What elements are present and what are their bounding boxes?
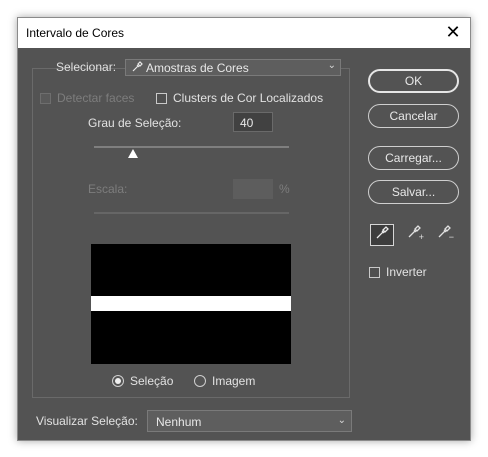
preview-selection-dropdown[interactable]: Nenhum ⌄ — [147, 410, 352, 432]
range-slider-track[interactable] — [94, 212, 289, 214]
save-button[interactable]: Salvar... — [368, 180, 459, 204]
selection-preview — [91, 244, 291, 364]
localized-clusters-label: Clusters de Cor Localizados — [173, 91, 324, 105]
preview-selection-value: Nenhum — [156, 415, 202, 429]
eyedropper-button[interactable] — [370, 224, 394, 246]
ok-button[interactable]: OK — [368, 69, 459, 93]
select-dropdown[interactable]: Amostras de Cores ⌄ — [125, 59, 341, 76]
minus-sign: − — [448, 232, 454, 242]
chevron-down-icon: ⌄ — [327, 60, 336, 71]
localized-clusters-checkbox[interactable] — [156, 93, 167, 104]
invert-label: Inverter — [386, 265, 427, 279]
selection-radio[interactable] — [112, 375, 124, 387]
preview-selection-band — [91, 296, 291, 311]
detect-faces-checkbox[interactable] — [40, 93, 51, 104]
plus-sign: + — [418, 232, 424, 242]
preview-selection-label: Visualizar Seleção: — [36, 414, 138, 428]
image-radio[interactable] — [194, 375, 206, 387]
title-bar: Intervalo de Cores ✕ — [18, 18, 470, 48]
cancel-button[interactable]: Cancelar — [368, 104, 459, 128]
range-unit: % — [279, 182, 290, 196]
subtract-from-sample-button[interactable]: − — [432, 224, 456, 246]
add-to-sample-button[interactable]: + — [402, 224, 426, 246]
close-icon[interactable]: ✕ — [436, 18, 470, 48]
select-value: Amostras de Cores — [146, 61, 249, 75]
chevron-down-icon: ⌄ — [337, 415, 346, 426]
detect-faces-label: Detectar faces — [57, 91, 135, 105]
eyedropper-icon — [132, 61, 143, 75]
invert-checkbox[interactable] — [369, 267, 380, 278]
load-button[interactable]: Carregar... — [368, 146, 459, 170]
image-radio-label: Imagem — [212, 374, 256, 388]
fuzziness-label: Grau de Seleção: — [88, 116, 182, 130]
fuzziness-slider-track[interactable] — [94, 146, 289, 148]
fuzziness-slider-thumb[interactable] — [128, 149, 138, 158]
range-input[interactable] — [233, 179, 273, 199]
range-label: Escala: — [88, 182, 128, 196]
fuzziness-input[interactable]: 40 — [233, 112, 273, 132]
dialog-title: Intervalo de Cores — [26, 26, 125, 40]
selection-radio-label: Seleção — [130, 374, 174, 388]
color-range-dialog: Intervalo de Cores ✕ Selecionar: Amostra… — [17, 17, 471, 441]
select-label: Selecionar: — [56, 60, 117, 74]
eyedropper-icon — [375, 226, 389, 243]
